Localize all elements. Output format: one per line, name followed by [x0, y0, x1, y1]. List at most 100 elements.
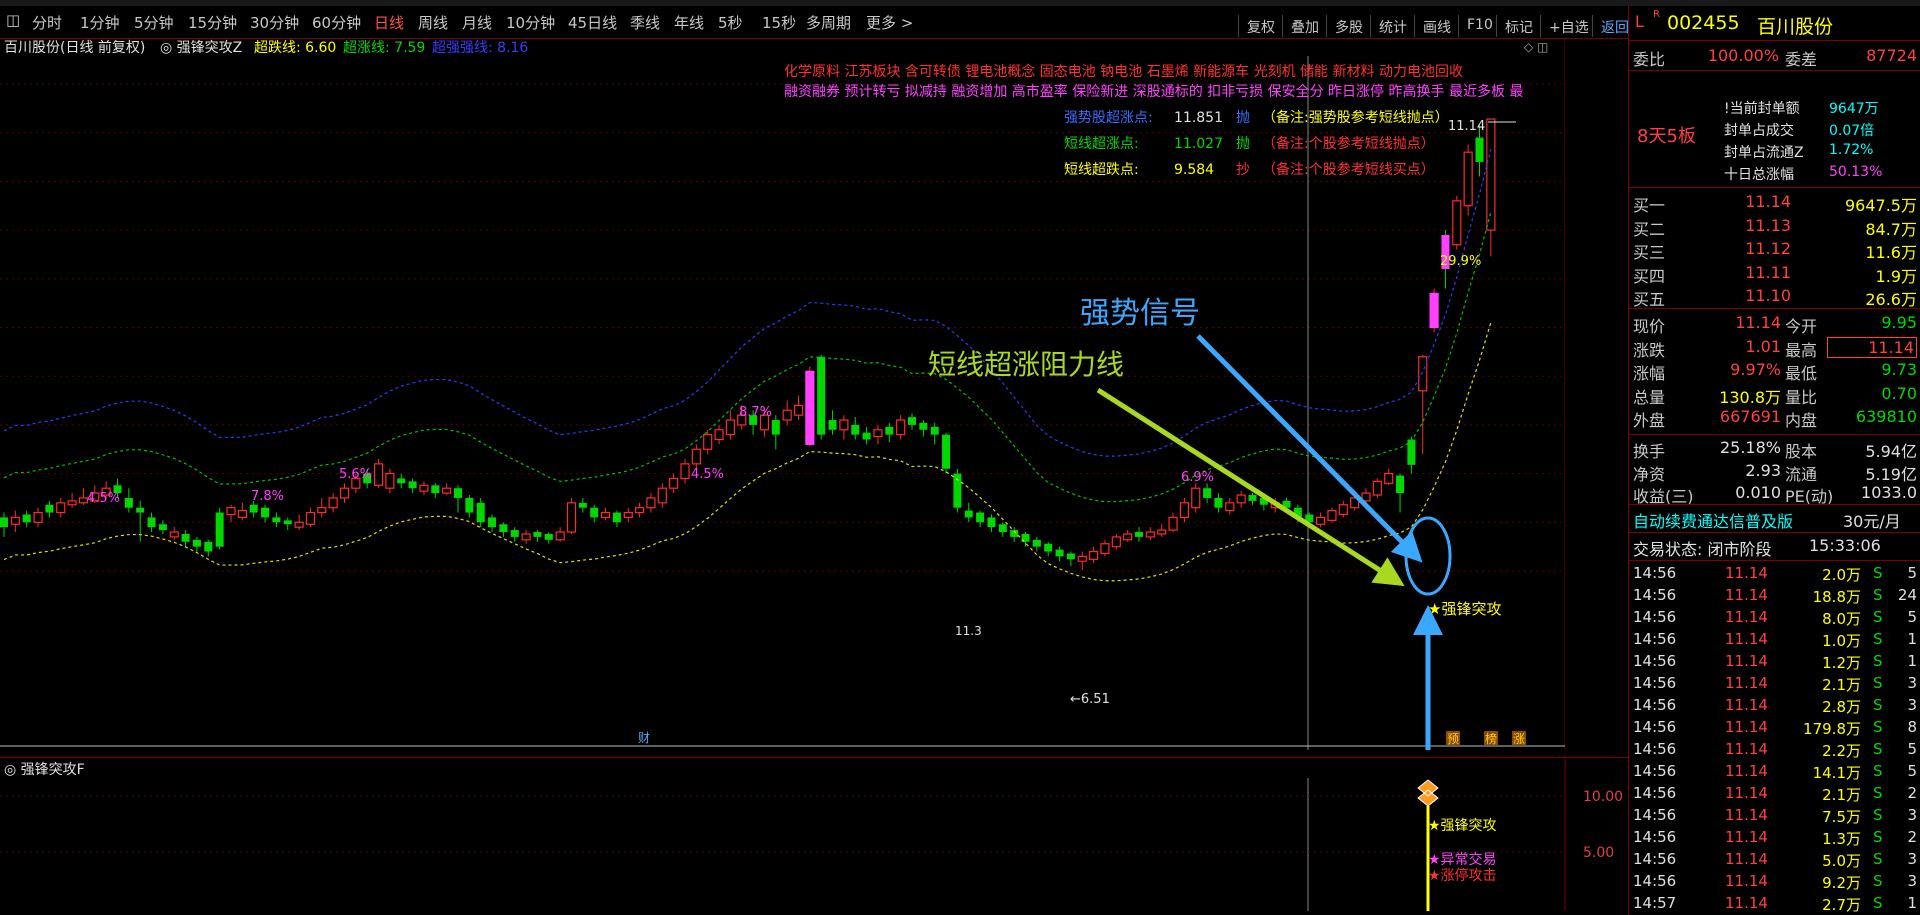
tick-side: S [1873, 630, 1883, 648]
tick-count: 24 [1897, 586, 1917, 604]
period-tab[interactable]: 1分钟 [80, 12, 120, 33]
stat-value: 9.95 [1881, 313, 1917, 332]
period-tab[interactable]: 日线 [374, 12, 404, 33]
tick-price: 11.14 [1725, 740, 1768, 758]
toolbar-button[interactable]: 标记 [1496, 15, 1541, 37]
limitup-marker[interactable]: 涨 [1513, 731, 1525, 746]
menu-icon[interactable]: ◫ [6, 11, 20, 29]
tick-volume: 14.1万 [1812, 764, 1861, 782]
fund-label: 换手 [1633, 442, 1666, 461]
period-tab[interactable]: 5秒 [718, 12, 743, 33]
bid-price: 11.10 [1745, 286, 1791, 305]
period-tab[interactable]: 30分钟 [250, 12, 299, 33]
info-line-value: 9.584 [1174, 162, 1214, 178]
weibi-value: 100.00% [1707, 46, 1779, 65]
indicator-canvas[interactable]: ◎ 强锋突攻F 10.00 5.00 ★强锋突攻 ★异常交易★涨停攻击 [0, 758, 1628, 911]
promo-text[interactable]: 自动续费通达信普及版 [1633, 508, 1793, 532]
indicator-panel-title[interactable]: ◎ 强锋突攻F [4, 762, 85, 778]
forecast-marker[interactable]: 预 [1447, 732, 1459, 746]
period-tab[interactable]: 60分钟 [312, 12, 361, 33]
period-tab[interactable]: 更多 > [866, 12, 913, 33]
info-line-value: 11.027 [1174, 136, 1223, 152]
candle-body [1203, 488, 1212, 498]
candle-body [793, 404, 804, 416]
toolbar-button[interactable]: F10 [1458, 15, 1501, 37]
fund-label: 股本 [1785, 442, 1818, 461]
fund-row: 净资 2.93 流通 5.19亿 [1629, 461, 1920, 484]
period-tab[interactable]: 季线 [630, 12, 660, 33]
stat-label: 外盘 [1633, 411, 1666, 430]
kline-chart[interactable]: 11.5011.0010.5010.009.509.008.508.007.50… [0, 38, 1565, 750]
period-tab[interactable]: 分时 [32, 12, 62, 33]
period-tab[interactable]: 月线 [462, 12, 492, 33]
period-tab[interactable]: 10分钟 [506, 12, 555, 33]
fund-value: 25.18% [1719, 438, 1781, 457]
pct-label: 4.5% [87, 491, 120, 506]
bid-row: 买一 11.14 9647.5万 [1629, 192, 1920, 215]
period-tab[interactable]: 多周期 [806, 12, 851, 33]
stock-code[interactable]: 002455 [1667, 12, 1740, 34]
fund-value: 1033.0 [1861, 483, 1917, 502]
seal-info-label: 封单占流通Z [1724, 145, 1804, 161]
toolbar-button[interactable]: 多股 [1326, 15, 1371, 37]
seal-info-label: !当前封单额 [1724, 101, 1800, 117]
candle-body [397, 478, 406, 484]
tick-row: 14:56 11.14 1.3万 S 2 [1629, 827, 1920, 849]
trade-time: 15:33:06 [1809, 536, 1881, 555]
candle-body [1111, 536, 1121, 548]
period-tab[interactable]: 周线 [418, 12, 448, 33]
tick-volume: 7.5万 [1822, 808, 1861, 826]
tick-row: 14:56 11.14 2.1万 S 3 [1629, 673, 1920, 695]
candle-body [328, 497, 338, 509]
toolbar-button[interactable]: 复权 [1238, 15, 1283, 37]
toolbar-button[interactable]: 叠加 [1282, 15, 1327, 37]
chart-title: 百川股份(日线 前复权) [4, 39, 145, 56]
candle-body [373, 463, 384, 486]
indicator-name[interactable]: ◎ 强锋突攻Z [160, 40, 242, 56]
tick-count: 3 [1907, 674, 1917, 692]
period-tab[interactable]: 15秒 [762, 12, 796, 33]
toolbar-button[interactable]: 画线 [1414, 15, 1459, 37]
stock-name[interactable]: 百川股份 [1757, 12, 1833, 39]
high-price-label: 11.14 [1448, 119, 1485, 134]
info-line-action: 抛 [1236, 136, 1250, 152]
promo-price[interactable]: 30元/月 [1843, 508, 1901, 532]
candle-body [521, 533, 531, 541]
candle-body [305, 511, 316, 525]
bid-label: 买四 [1633, 266, 1666, 286]
bid-label: 买三 [1633, 243, 1666, 262]
tick-row: 14:56 11.14 8.0万 S 5 [1629, 607, 1920, 629]
tick-volume: 1.2万 [1822, 654, 1861, 672]
candle-body [283, 520, 292, 525]
toolbar-button[interactable]: 统计 [1370, 15, 1415, 37]
bid-row: 买二 11.13 84.7万 [1629, 216, 1920, 239]
indicator-panel[interactable]: ◎ 强锋突攻F 10.00 5.00 ★强锋突攻 ★异常交易 ★涨停攻击 [0, 757, 1628, 911]
period-tab[interactable]: 45日线 [568, 12, 617, 33]
tick-count: 3 [1907, 806, 1917, 824]
period-tab[interactable]: 年线 [674, 12, 704, 33]
candle-body [442, 487, 452, 494]
tick-time: 14:56 [1633, 806, 1677, 824]
indicator-signal-label: ★涨停攻击 [1428, 867, 1497, 884]
list-marker[interactable]: 榜 [1485, 731, 1497, 746]
info-line-note: （备注:个股参考短线买点） [1262, 161, 1435, 178]
promo-row[interactable]: 自动续费通达信普及版 30元/月 [1629, 508, 1920, 532]
tick-row: 14:56 11.14 2.0万 S 5 [1629, 563, 1920, 585]
collapse-icon[interactable]: ◇ ◫ [1524, 40, 1548, 54]
tick-time: 14:56 [1633, 608, 1677, 626]
toolbar-button[interactable]: +自选 [1540, 15, 1597, 37]
stock-header: L R 002455 百川股份 [1629, 9, 1920, 39]
candle-body [600, 511, 611, 519]
period-tab[interactable]: 5分钟 [134, 12, 174, 33]
candle-body [612, 512, 621, 523]
candle-body [0, 517, 8, 528]
tick-row: 14:56 11.14 179.8万 S 8 [1629, 717, 1920, 739]
period-tab[interactable]: 15分钟 [188, 12, 237, 33]
kline-canvas[interactable]: 11.5011.0010.5010.009.509.008.508.007.50… [0, 38, 1565, 750]
concept-tags: 化学原料 江苏板块 含可转债 锂电池概念 固态电池 钠电池 石墨烯 新能源车 光… [784, 63, 1463, 80]
tick-count: 8 [1907, 718, 1917, 736]
trade-state-row: 交易状态: 闭市阶段 15:33:06 [1629, 536, 1920, 559]
divider [1629, 560, 1920, 561]
finance-marker[interactable]: 财 [638, 731, 650, 745]
tick-price: 11.14 [1725, 586, 1768, 604]
